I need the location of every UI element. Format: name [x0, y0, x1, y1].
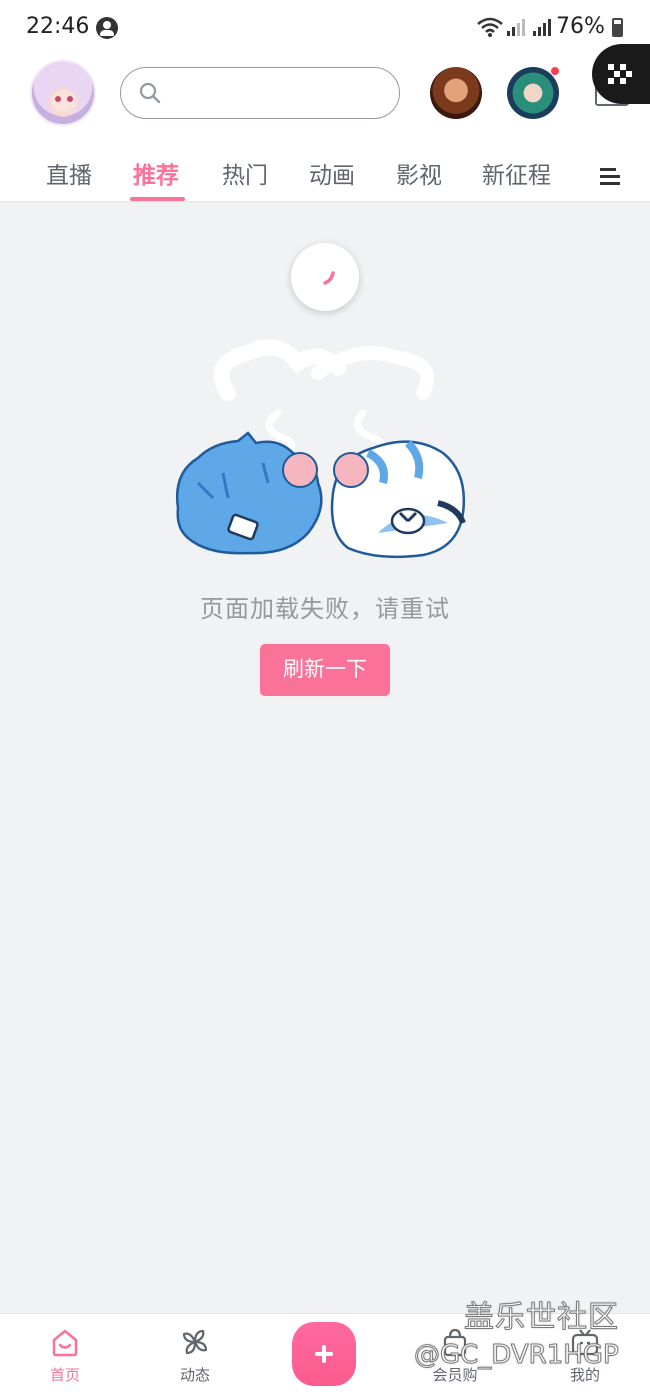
- refresh-button[interactable]: 刷新一下: [260, 644, 390, 696]
- publish-plus-button[interactable]: [292, 1322, 356, 1386]
- status-time: 22:46: [26, 14, 90, 39]
- pinwheel-icon: [182, 1329, 208, 1355]
- spinner-arc-icon: [323, 271, 335, 285]
- search-icon: [139, 82, 161, 104]
- search-input[interactable]: [173, 78, 383, 108]
- game-entry-avatar-1[interactable]: [430, 67, 482, 119]
- status-bar: 22:46 76%: [0, 0, 650, 56]
- top-header: 直播 推荐 热门 动画 影视 新征程: [0, 44, 650, 202]
- tab-recommend[interactable]: 推荐: [133, 156, 179, 190]
- signal-icon-sim1: [507, 19, 525, 36]
- error-mascot-illustration: [175, 339, 466, 559]
- tab-hot[interactable]: 热门: [222, 156, 268, 190]
- signal-icon-sim2: [533, 19, 551, 36]
- app-screen: 22:46 76% 直播 推荐 热门 动画 影视 新征程 页面加载失败，请重试 …: [0, 0, 650, 1395]
- tab-new-journey[interactable]: 新征程: [482, 156, 551, 190]
- battery-icon: [612, 18, 623, 37]
- active-tab-indicator: [130, 197, 185, 201]
- battery-percent: 76%: [556, 14, 605, 39]
- home-icon: [52, 1329, 78, 1357]
- search-bar[interactable]: [120, 67, 400, 119]
- notification-dot: [550, 66, 560, 76]
- floating-qr-widget[interactable]: [592, 44, 650, 104]
- user-avatar[interactable]: [30, 60, 96, 126]
- loading-spinner: [291, 243, 359, 311]
- channel-tabs: 直播 推荐 热门 动画 影视 新征程: [0, 148, 650, 202]
- load-error-message: 页面加载失败，请重试: [200, 595, 450, 623]
- nav-home[interactable]: 首页: [15, 1314, 115, 1395]
- watermark-username: @GC_DVR1HGP: [414, 1340, 620, 1371]
- tab-live[interactable]: 直播: [46, 156, 92, 190]
- avatar-face: [51, 90, 77, 112]
- nav-home-label: 首页: [49, 1366, 80, 1384]
- account-icon: [96, 17, 118, 39]
- nav-dynamic-label: 动态: [179, 1366, 210, 1384]
- tab-anime[interactable]: 动画: [309, 156, 355, 190]
- nav-dynamic[interactable]: 动态: [145, 1314, 245, 1395]
- watermark-community: 盖乐世社区: [464, 1300, 619, 1336]
- tab-film[interactable]: 影视: [396, 156, 442, 190]
- tabs-menu-icon[interactable]: [600, 168, 622, 186]
- wifi-icon: [477, 17, 503, 37]
- feed-area: 页面加载失败，请重试 刷新一下: [0, 203, 650, 1313]
